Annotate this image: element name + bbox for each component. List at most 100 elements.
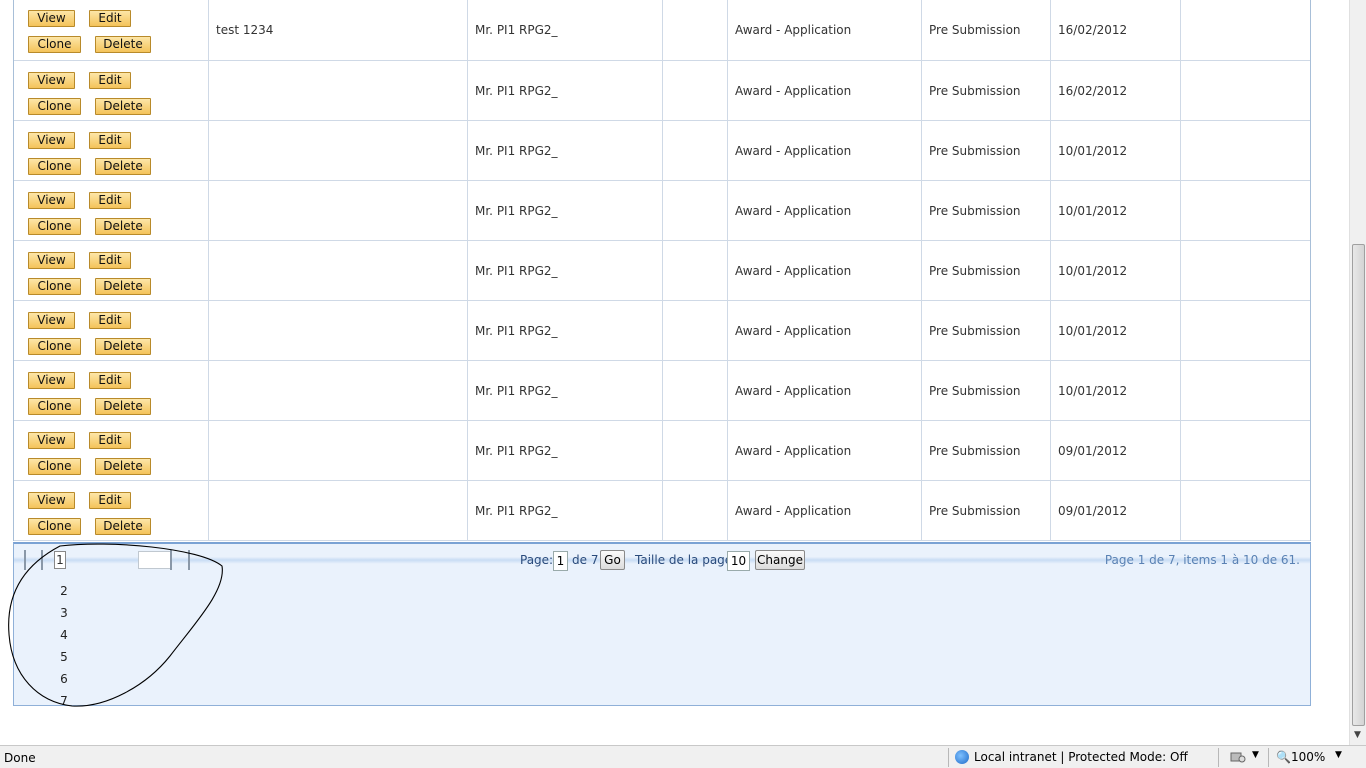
last-cell — [1181, 421, 1312, 480]
edit-button[interactable]: Edit — [89, 432, 131, 449]
last-cell — [1181, 121, 1312, 180]
last-cell — [1181, 0, 1312, 60]
clone-button[interactable]: Clone — [28, 458, 81, 475]
principal-investigator-cell: Mr. PI1 RPG2_ — [468, 121, 663, 180]
actions-cell: View Edit Clone Delete — [14, 121, 209, 180]
status-cell: Pre Submission — [922, 61, 1051, 120]
date-text: 10/01/2012 — [1058, 143, 1128, 158]
delete-button[interactable]: Delete — [95, 518, 151, 535]
go-button[interactable]: Go — [600, 550, 625, 570]
pager-separator — [24, 550, 26, 570]
change-button[interactable]: Change — [755, 550, 805, 570]
last-cell — [1181, 241, 1312, 300]
clone-button[interactable]: Clone — [28, 158, 81, 175]
title-cell — [209, 181, 468, 240]
chevron-down-icon[interactable]: ▼ — [1335, 750, 1342, 760]
principal-investigator-text: Mr. PI1 RPG2_ — [475, 83, 558, 98]
page-size-input[interactable] — [727, 551, 750, 571]
edit-button[interactable]: Edit — [89, 372, 131, 389]
vertical-scrollbar[interactable]: ▼ — [1349, 0, 1366, 745]
delete-button[interactable]: Delete — [95, 338, 151, 355]
record-type-text: Award - Application — [735, 23, 852, 37]
page-option[interactable]: 2 — [54, 580, 74, 602]
principal-investigator-text: Mr. PI1 RPG2_ — [475, 203, 558, 218]
actions-cell: View Edit Clone Delete — [14, 0, 209, 60]
delete-button[interactable]: Delete — [95, 158, 151, 175]
principal-investigator-cell: Mr. PI1 RPG2_ — [468, 421, 663, 480]
edit-button[interactable]: Edit — [89, 492, 131, 509]
record-type-text: Award - Application — [735, 83, 852, 98]
extra-cell — [663, 181, 728, 240]
record-type-text: Award - Application — [735, 503, 852, 518]
date-cell: 10/01/2012 — [1051, 241, 1181, 300]
clone-button[interactable]: Clone — [28, 218, 81, 235]
view-button[interactable]: View — [28, 10, 75, 27]
page-option[interactable]: 7 — [54, 690, 74, 712]
title-text: test 1234 — [216, 23, 274, 37]
protected-mode-icon[interactable] — [1230, 750, 1246, 764]
zoom-level[interactable]: 🔍100% — [1276, 750, 1325, 764]
delete-button[interactable]: Delete — [95, 218, 151, 235]
page-of-label: de 7 — [572, 553, 599, 567]
page-option[interactable]: 4 — [54, 624, 74, 646]
page-option[interactable]: 6 — [54, 668, 74, 690]
clone-button[interactable]: Clone — [28, 278, 81, 295]
principal-investigator-text: Mr. PI1 RPG2_ — [475, 23, 558, 37]
date-cell: 16/02/2012 — [1051, 61, 1181, 120]
clone-button[interactable]: Clone — [28, 98, 81, 115]
page-option[interactable]: 3 — [54, 602, 74, 624]
edit-button[interactable]: Edit — [89, 132, 131, 149]
scroll-down-arrow-icon[interactable]: ▼ — [1354, 730, 1361, 740]
date-cell: 09/01/2012 — [1051, 481, 1181, 540]
record-type-cell: Award - Application — [728, 61, 922, 120]
principal-investigator-cell: Mr. PI1 RPG2_ — [468, 481, 663, 540]
delete-button[interactable]: Delete — [95, 458, 151, 475]
extra-cell — [663, 481, 728, 540]
page-option[interactable]: 5 — [54, 646, 74, 668]
page-number-input[interactable] — [553, 551, 568, 571]
delete-button[interactable]: Delete — [95, 98, 151, 115]
edit-button[interactable]: Edit — [89, 192, 131, 209]
record-type-cell: Award - Application — [728, 121, 922, 180]
date-text: 09/01/2012 — [1058, 503, 1128, 518]
actions-cell: View Edit Clone Delete — [14, 181, 209, 240]
edit-button[interactable]: Edit — [89, 312, 131, 329]
status-cell: Pre Submission — [922, 0, 1051, 60]
globe-icon — [955, 750, 969, 764]
scrollbar-thumb[interactable] — [1352, 244, 1365, 726]
date-cell: 10/01/2012 — [1051, 361, 1181, 420]
pager-summary: Page 1 de 7, items 1 à 10 de 61. — [1104, 553, 1300, 567]
table-row: View Edit Clone Delete Mr. PI1 RPG2_ Award - … — [14, 121, 1310, 181]
clone-button[interactable]: Clone — [28, 36, 81, 53]
edit-button[interactable]: Edit — [89, 252, 131, 269]
table-row: View Edit Clone Delete Mr. PI1 RPG2_ Award - … — [14, 361, 1310, 421]
chevron-down-icon[interactable]: ▼ — [1252, 750, 1259, 760]
actions-cell: View Edit Clone Delete — [14, 361, 209, 420]
view-button[interactable]: View — [28, 252, 75, 269]
view-button[interactable]: View — [28, 372, 75, 389]
clone-button[interactable]: Clone — [28, 338, 81, 355]
view-button[interactable]: View — [28, 72, 75, 89]
edit-button[interactable]: Edit — [89, 10, 131, 27]
grid-pager: 1 Page: de 7 Go Taille de la page: Chang… — [13, 542, 1311, 708]
status-text: Pre Submission — [929, 263, 1021, 278]
extra-cell — [663, 301, 728, 360]
delete-button[interactable]: Delete — [95, 36, 151, 53]
delete-button[interactable]: Delete — [95, 398, 151, 415]
view-button[interactable]: View — [28, 132, 75, 149]
view-button[interactable]: View — [28, 312, 75, 329]
principal-investigator-cell: Mr. PI1 RPG2_ — [468, 0, 663, 60]
security-zone[interactable]: Local intranet | Protected Mode: Off — [955, 750, 1188, 764]
clone-button[interactable]: Clone — [28, 398, 81, 415]
clone-button[interactable]: Clone — [28, 518, 81, 535]
table-row: View Edit Clone Delete Mr. PI1 RPG2_ Award - … — [14, 61, 1310, 121]
page-dropdown-list: 234567 — [54, 580, 74, 712]
status-text: Pre Submission — [929, 203, 1021, 218]
view-button[interactable]: View — [28, 192, 75, 209]
view-button[interactable]: View — [28, 492, 75, 509]
record-type-cell: Award - Application — [728, 361, 922, 420]
page-dropdown[interactable]: 1 — [54, 551, 66, 569]
view-button[interactable]: View — [28, 432, 75, 449]
edit-button[interactable]: Edit — [89, 72, 131, 89]
delete-button[interactable]: Delete — [95, 278, 151, 295]
